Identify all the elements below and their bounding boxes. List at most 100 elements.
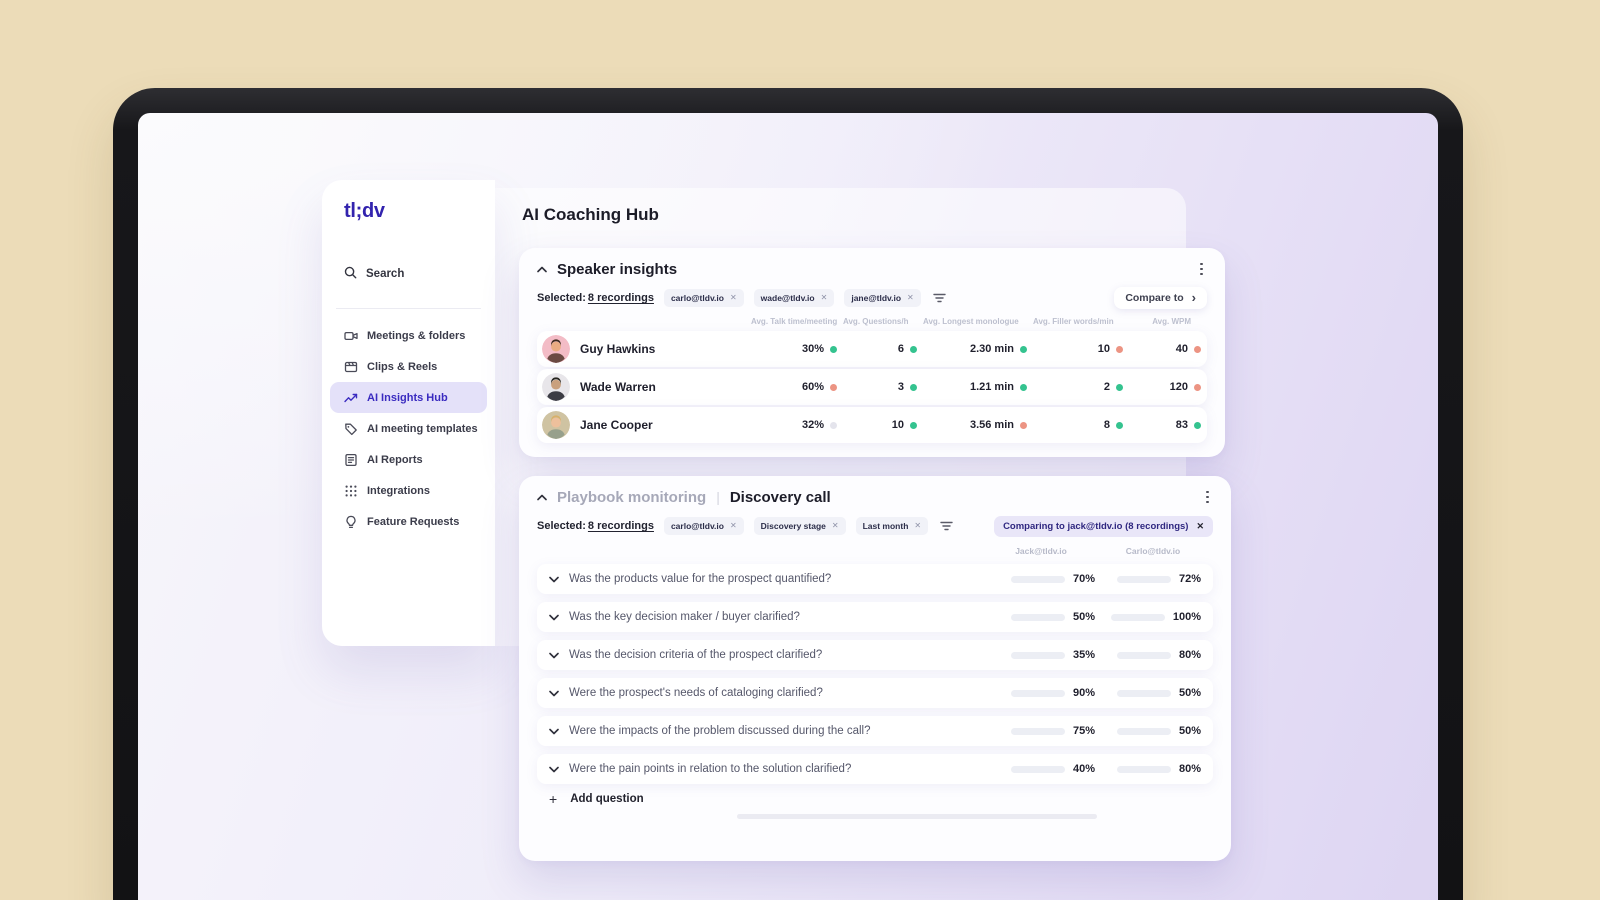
filter-icon[interactable]	[933, 293, 946, 303]
speaker-name: Wade Warren	[580, 380, 656, 394]
kebab-menu-icon[interactable]	[1196, 259, 1207, 280]
search-icon	[344, 266, 357, 282]
status-dot-bad	[1116, 345, 1123, 353]
filter-chip-label: carlo@tldv.io	[670, 521, 724, 531]
sidebar-item-ai-reports[interactable]: AI Reports	[330, 444, 487, 475]
metric-text: 60%	[801, 381, 824, 393]
playbook-filter-chips: carlo@tldv.io ✕ Discovery stage ✕ Last month…	[663, 517, 929, 535]
filter-chip[interactable]: wade@tldv.io ✕	[753, 289, 835, 307]
metric-value: 2	[1033, 381, 1129, 393]
collapse-section-icon[interactable]	[537, 266, 547, 273]
chevron-down-icon[interactable]	[549, 728, 559, 735]
metric-value: 32%	[751, 419, 843, 431]
filter-chip-label: jane@tldv.io	[851, 293, 902, 303]
remove-filter-icon[interactable]: ✕	[907, 294, 914, 302]
question-text: Were the pain points in relation to the …	[569, 763, 852, 775]
search-button[interactable]: Search	[344, 266, 404, 282]
metric-text: 83	[1175, 419, 1188, 431]
status-dot-bad	[830, 383, 837, 391]
percentage-label: 40%	[1072, 763, 1095, 775]
remove-filter-icon[interactable]: ✕	[730, 522, 737, 530]
chevron-down-icon[interactable]	[549, 652, 559, 659]
filter-chip[interactable]: carlo@tldv.io ✕	[663, 517, 744, 535]
speaker-name: Guy Hawkins	[580, 342, 656, 356]
playbook-question-row[interactable]: Was the products value for the prospect …	[537, 564, 1213, 594]
result-bar-group: 50%	[999, 611, 1095, 623]
column-header: Avg. Talk time/meeting	[751, 317, 838, 326]
percentage-label: 80%	[1178, 763, 1201, 775]
chevron-down-icon[interactable]	[549, 690, 559, 697]
column-header: Avg. Longest monologue	[923, 317, 1019, 326]
remove-filter-icon[interactable]: ✕	[832, 522, 839, 530]
playbook-question-row[interactable]: Were the pain points in relation to the …	[537, 754, 1213, 784]
chevron-down-icon[interactable]	[549, 766, 559, 773]
metric-value: 6	[843, 343, 923, 355]
remove-comparison-icon[interactable]: ✕	[1196, 521, 1204, 531]
sidebar-item-ai-meeting-templates[interactable]: AI meeting templates	[330, 413, 487, 444]
speaker-name-cell: Wade Warren	[537, 373, 751, 401]
compare-to-button[interactable]: Compare to ›	[1114, 287, 1207, 309]
remove-filter-icon[interactable]: ✕	[821, 294, 828, 302]
filter-chip[interactable]: jane@tldv.io ✕	[844, 289, 921, 307]
add-question-button[interactable]: + Add question	[537, 792, 1213, 806]
question-text: Was the key decision maker / buyer clari…	[569, 611, 800, 623]
sidebar-item-label: Clips & Reels	[367, 360, 438, 373]
metric-value: 2.30 min	[923, 343, 1033, 355]
plus-icon: +	[549, 791, 558, 807]
selected-count-link[interactable]: 8 recordings	[588, 520, 654, 532]
speaker-name: Jane Cooper	[580, 418, 653, 432]
chevron-down-icon[interactable]	[549, 576, 559, 583]
playbook-question-row[interactable]: Was the decision criteria of the prospec…	[537, 640, 1213, 670]
question-text: Were the impacts of the problem discusse…	[569, 725, 871, 737]
speaker-row[interactable]: Jane Cooper 32% 10 3.56 min 8 83	[537, 407, 1207, 443]
sidebar-item-integrations[interactable]: Integrations	[330, 475, 487, 506]
sidebar-item-label: AI meeting templates	[367, 422, 478, 435]
remove-filter-icon[interactable]: ✕	[730, 294, 737, 302]
sidebar-item-ai-insights-hub[interactable]: AI Insights Hub	[330, 382, 487, 413]
comparison-column-header: Jack@tldv.io	[1015, 546, 1067, 556]
result-bar-group: 100%	[1105, 611, 1201, 623]
progress-bar	[1010, 575, 1065, 583]
speaker-name-cell: Guy Hawkins	[537, 335, 751, 363]
playbook-question-row[interactable]: Were the prospect's needs of cataloging …	[537, 678, 1213, 708]
column-header: Avg. Questions/h	[843, 317, 909, 326]
sidebar-item-clips-reels[interactable]: Clips & Reels	[330, 351, 487, 382]
sidebar-nav: Meetings & folders Clips & Reels AI Insigh…	[330, 320, 487, 537]
speaker-row[interactable]: Guy Hawkins 30% 6 2.30 min 10 40	[537, 331, 1207, 367]
metric-value: 10	[1033, 343, 1129, 355]
selected-count-link[interactable]: 8 recordings	[588, 292, 654, 304]
speaker-row[interactable]: Wade Warren 60% 3 1.21 min 2 120	[537, 369, 1207, 405]
sidebar-item-meetings-folders[interactable]: Meetings & folders	[330, 320, 487, 351]
column-header: Avg. Filler words/min	[1033, 317, 1114, 326]
comparing-to-chip[interactable]: Comparing to jack@tldv.io (8 recordings)…	[994, 515, 1213, 537]
remove-filter-icon[interactable]: ✕	[914, 522, 921, 530]
percentage-label: 75%	[1072, 725, 1095, 737]
filter-icon[interactable]	[940, 521, 953, 531]
playbook-question-row[interactable]: Was the key decision maker / buyer clari…	[537, 602, 1213, 632]
chevron-down-icon[interactable]	[549, 614, 559, 621]
add-question-label: Add question	[570, 793, 644, 805]
sidebar-item-feature-requests[interactable]: Feature Requests	[330, 506, 487, 537]
question-list: Was the products value for the prospect …	[537, 564, 1213, 784]
collapse-section-icon[interactable]	[537, 494, 547, 501]
status-dot-good	[1020, 383, 1027, 391]
filter-chip[interactable]: Last month ✕	[855, 517, 929, 535]
progress-bar	[1010, 689, 1065, 697]
status-dot-good	[1116, 421, 1123, 429]
metric-value: 120	[1129, 381, 1207, 393]
sidebar-divider	[336, 308, 481, 309]
kebab-menu-icon[interactable]	[1202, 487, 1213, 508]
question-text: Was the products value for the prospect …	[569, 573, 832, 585]
sidebar-item-label: AI Reports	[367, 453, 423, 466]
section-title-muted: Playbook monitoring	[557, 488, 707, 506]
metric-text: 6	[897, 343, 904, 355]
column-header: Avg. WPM	[1152, 317, 1191, 326]
playbook-question-row[interactable]: Were the impacts of the problem discusse…	[537, 716, 1213, 746]
page-title: AI Coaching Hub	[522, 205, 659, 224]
progress-bar	[1110, 613, 1165, 621]
speaker-insights-card: Speaker insights Selected: 8 recordings c…	[519, 248, 1225, 457]
percentage-label: 72%	[1178, 573, 1201, 585]
question-text: Was the decision criteria of the prospec…	[569, 649, 823, 661]
filter-chip[interactable]: carlo@tldv.io ✕	[663, 289, 744, 307]
filter-chip[interactable]: Discovery stage ✕	[753, 517, 846, 535]
